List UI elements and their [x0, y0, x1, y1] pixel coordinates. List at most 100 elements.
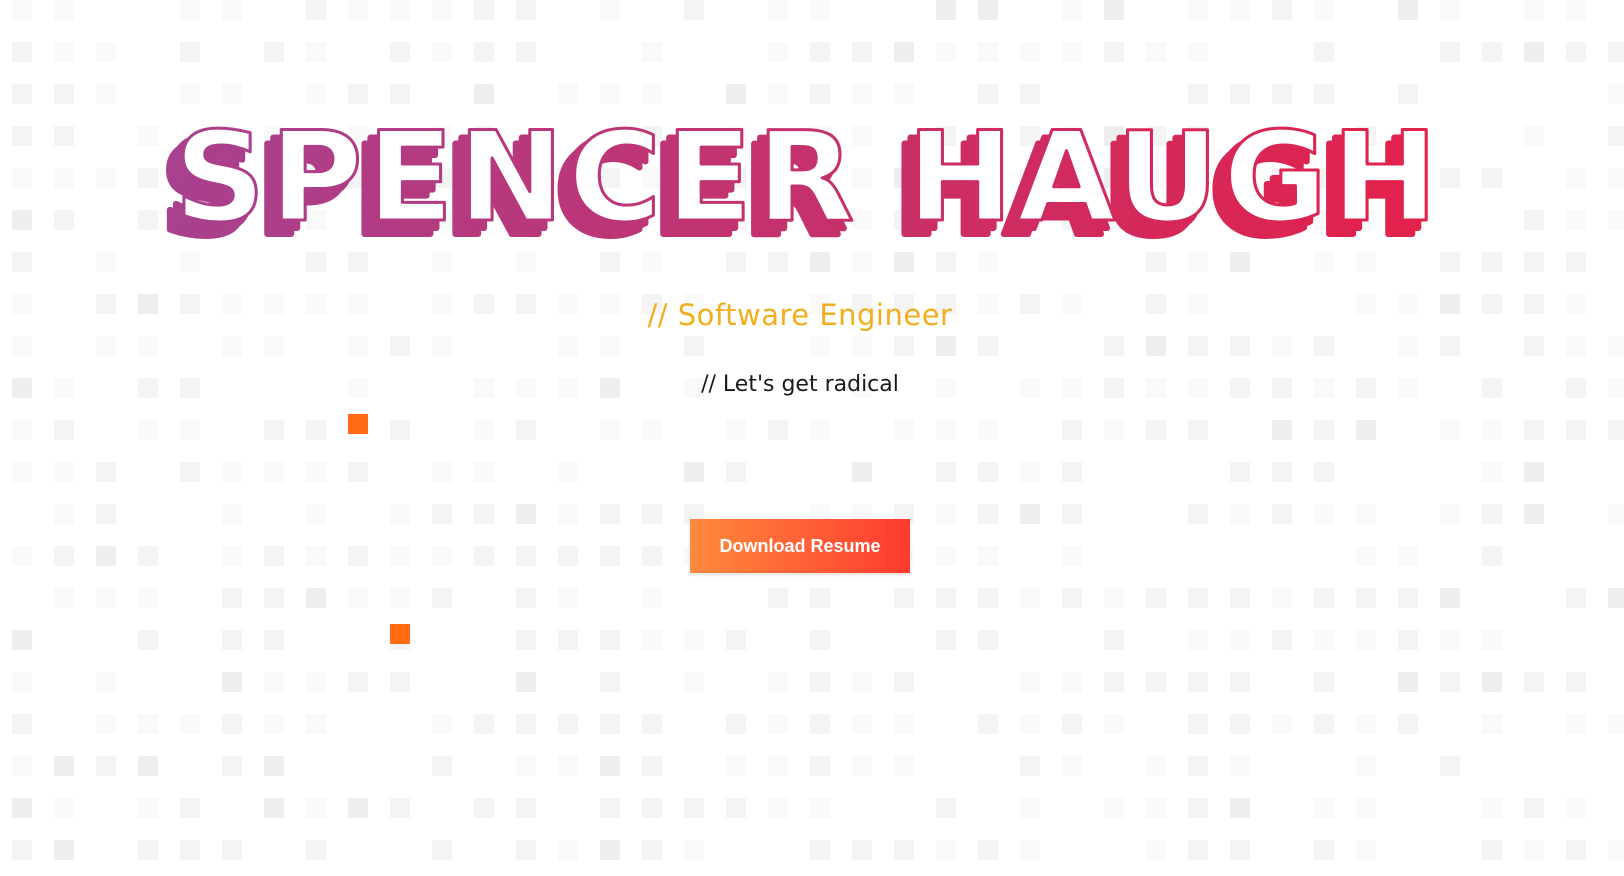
grid-square: [1440, 630, 1460, 650]
grid-square: [1524, 252, 1544, 272]
grid-square: [264, 798, 284, 818]
grid-square: [1062, 588, 1082, 608]
grid-square: [1272, 714, 1292, 734]
grid-square: [810, 588, 830, 608]
grid-square: [222, 0, 242, 20]
grid-square: [600, 84, 620, 104]
grid-square: [432, 0, 452, 20]
grid-square: [516, 252, 536, 272]
grid-square: [1566, 336, 1586, 356]
grid-square: [1482, 798, 1502, 818]
grid-square: [96, 462, 116, 482]
grid-square: [516, 714, 536, 734]
grid-square: [1272, 336, 1292, 356]
grid-square: [12, 126, 32, 146]
download-resume-button[interactable]: Download Resume: [690, 519, 910, 573]
grid-square: [54, 588, 74, 608]
grid-square: [936, 840, 956, 860]
grid-square: [558, 504, 578, 524]
grid-square: [726, 756, 746, 776]
grid-square: [1524, 798, 1544, 818]
grid-square: [1104, 420, 1124, 440]
grid-square: [180, 252, 200, 272]
grid-square: [642, 504, 662, 524]
grid-square: [684, 336, 704, 356]
grid-square: [558, 840, 578, 860]
grid-square: [1188, 588, 1208, 608]
grid-square: [1062, 756, 1082, 776]
grid-square: [138, 630, 158, 650]
grid-square: [768, 672, 788, 692]
grid-square: [1440, 756, 1460, 776]
grid-square: [768, 798, 788, 818]
grid-square: [600, 336, 620, 356]
grid-square: [96, 756, 116, 776]
grid-square: [1188, 420, 1208, 440]
grid-square: [1146, 420, 1166, 440]
grid-square: [96, 42, 116, 62]
grid-square: [1356, 798, 1376, 818]
grid-square: [1608, 714, 1624, 734]
grid-square: [1482, 42, 1502, 62]
grid-square: [222, 672, 242, 692]
grid-square: [138, 588, 158, 608]
grid-square: [600, 756, 620, 776]
grid-square: [600, 546, 620, 566]
grid-square: [12, 546, 32, 566]
grid-square: [1566, 0, 1586, 20]
grid-square: [390, 42, 410, 62]
grid-square: [810, 714, 830, 734]
grid-square: [1314, 504, 1334, 524]
grid-square: [54, 42, 74, 62]
grid-square: [222, 84, 242, 104]
grid-square: [978, 252, 998, 272]
grid-square: [852, 756, 872, 776]
grid-square: [1272, 504, 1292, 524]
grid-square: [516, 756, 536, 776]
grid-square: [12, 0, 32, 20]
grid-square: [1230, 336, 1250, 356]
grid-square: [180, 798, 200, 818]
grid-square: [936, 336, 956, 356]
grid-square: [768, 84, 788, 104]
grid-square: [1188, 0, 1208, 20]
grid-square: [978, 546, 998, 566]
tagline-text: // Let's get radical: [701, 372, 899, 397]
grid-square: [1524, 210, 1544, 230]
grid-square: [1482, 840, 1502, 860]
grid-square: [54, 756, 74, 776]
grid-square: [1188, 840, 1208, 860]
hero-section: SPENCER HAUGH SPENCER HAUGH SPENCER HAUG…: [0, 0, 1624, 876]
grid-square: [810, 42, 830, 62]
grid-square: [432, 588, 452, 608]
grid-square: [1314, 336, 1334, 356]
grid-square: [1062, 672, 1082, 692]
grid-square: [1188, 798, 1208, 818]
grid-square: [1062, 504, 1082, 524]
grid-square: [138, 756, 158, 776]
grid-square: [684, 672, 704, 692]
grid-square: [1608, 126, 1624, 146]
grid-square: [348, 462, 368, 482]
grid-square: [894, 42, 914, 62]
grid-square: [726, 420, 746, 440]
grid-square: [1104, 42, 1124, 62]
grid-square: [1482, 504, 1502, 524]
grid-square: [1230, 504, 1250, 524]
grid-square: [1230, 714, 1250, 734]
grid-square: [54, 126, 74, 146]
grid-square: [1398, 672, 1418, 692]
grid-square: [1440, 0, 1460, 20]
grid-square: [768, 0, 788, 20]
grid-square: [1356, 252, 1376, 272]
grid-square: [600, 714, 620, 734]
grid-square: [96, 546, 116, 566]
grid-square: [1524, 126, 1544, 146]
grid-square: [1146, 588, 1166, 608]
grid-square: [1230, 252, 1250, 272]
grid-square: [684, 0, 704, 20]
grid-square: [1020, 672, 1040, 692]
grid-square: [1146, 840, 1166, 860]
grid-square: [516, 798, 536, 818]
grid-square: [432, 504, 452, 524]
